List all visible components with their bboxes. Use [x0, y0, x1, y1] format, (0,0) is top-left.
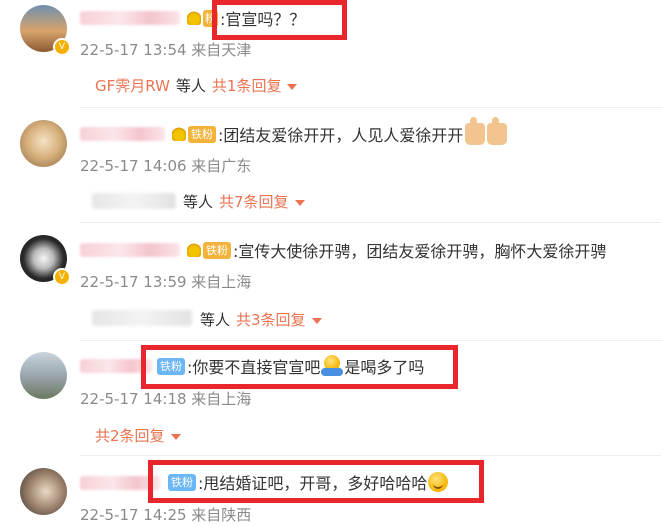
reply-count[interactable]: 共7条回复 — [219, 191, 289, 212]
avatar[interactable] — [20, 468, 67, 515]
comment-time: 22-5-17 13:54 来自天津 — [80, 41, 252, 59]
divider — [80, 340, 661, 341]
chevron-down-icon[interactable] — [170, 433, 181, 440]
comment-line: 铁粉 :团结友爱徐开开，人见人爱徐开开 — [172, 117, 508, 146]
chevron-down-icon[interactable] — [294, 199, 305, 206]
reply-summary[interactable]: GF霁月RW 等人 共1条回复 — [95, 75, 298, 96]
reply-summary[interactable]: 等人 共3条回复 — [200, 309, 322, 330]
thumbs-up-icon — [487, 117, 508, 145]
highlight-box — [148, 460, 484, 503]
avatar[interactable] — [20, 352, 67, 399]
username-blurred[interactable] — [80, 243, 180, 257]
username-blurred[interactable] — [80, 11, 180, 25]
divider — [80, 222, 661, 223]
comment-time: 22-5-17 13:59 来自上海 — [80, 273, 252, 291]
chevron-down-icon[interactable] — [287, 83, 298, 90]
vip-badge-icon: V — [53, 268, 71, 286]
comment-line: 铁粉 :宣传大使徐开骋，团结友爱徐开骋，胸怀大爱徐开骋 — [187, 238, 606, 262]
reply-count[interactable]: 共3条回复 — [236, 309, 306, 330]
divider — [80, 107, 661, 108]
fan-crown-icon — [187, 11, 201, 25]
comment-time: 22-5-17 14:06 来自广东 — [80, 157, 252, 175]
reply-count[interactable]: 共2条回复 — [95, 425, 165, 446]
chevron-down-icon[interactable] — [311, 317, 322, 324]
reply-others: 等人 — [183, 193, 214, 211]
vip-badge-icon: V — [53, 38, 71, 56]
reply-others: 等人 — [175, 77, 206, 95]
thumbs-up-icon — [465, 117, 486, 145]
reply-count[interactable]: 共1条回复 — [212, 75, 282, 96]
comment-text: :宣传大使徐开骋，团结友爱徐开骋，胸怀大爱徐开骋 — [233, 242, 607, 261]
reply-author-blurred[interactable] — [92, 193, 176, 209]
highlight-box — [212, 0, 347, 40]
reply-summary[interactable]: 共2条回复 — [95, 425, 181, 446]
reply-others: 等人 — [200, 311, 231, 329]
reply-author-blurred[interactable] — [92, 310, 192, 326]
reply-author[interactable]: GF霁月RW — [95, 75, 170, 96]
comment-time: 22-5-17 14:25 来自陕西 — [80, 506, 252, 524]
avatar[interactable] — [20, 120, 67, 167]
fan-crown-icon — [172, 127, 186, 141]
username-blurred[interactable] — [80, 127, 165, 141]
comment-text: :团结友爱徐开开，人见人爱徐开开 — [218, 126, 464, 145]
highlight-box — [141, 345, 458, 389]
comment-time: 22-5-17 14:18 来自上海 — [80, 390, 252, 408]
fan-badge: 铁粉 — [188, 125, 216, 143]
divider — [80, 455, 661, 456]
reply-summary[interactable]: 等人 共7条回复 — [183, 191, 305, 212]
fan-crown-icon — [187, 243, 201, 257]
fan-badge: 铁粉 — [203, 241, 231, 259]
